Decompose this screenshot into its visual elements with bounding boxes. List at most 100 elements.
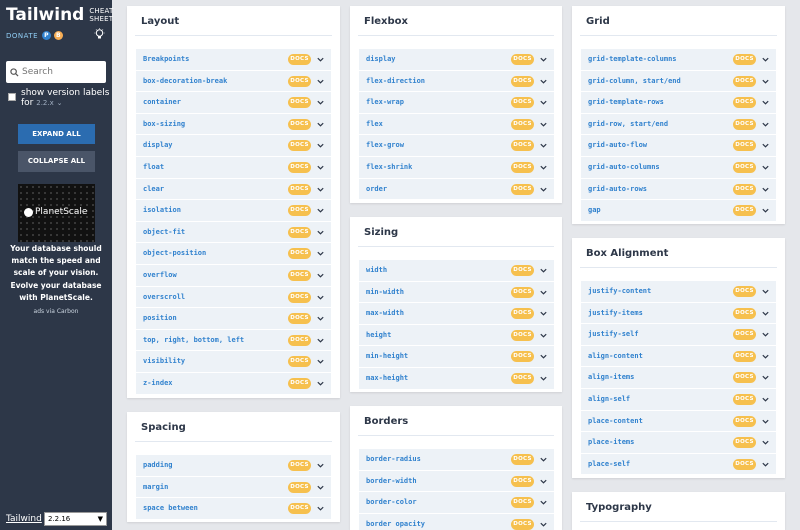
list-item[interactable]: max-width DOCS: [359, 303, 554, 325]
list-item[interactable]: min-height DOCS: [359, 346, 554, 368]
list-item[interactable]: display DOCS: [359, 49, 554, 71]
item-label[interactable]: Breakpoints: [143, 55, 189, 63]
docs-badge[interactable]: DOCS: [288, 226, 311, 238]
list-item[interactable]: object-position DOCS: [136, 243, 331, 265]
lightbulb-icon[interactable]: [94, 28, 105, 41]
version-labels-toggle[interactable]: show version labels for 2.2.x ⌄: [8, 88, 109, 108]
list-item[interactable]: display DOCS: [136, 135, 331, 157]
list-item[interactable]: Breakpoints DOCS: [136, 49, 331, 71]
ad-via[interactable]: ads via Carbon: [10, 308, 102, 315]
item-label[interactable]: gap: [588, 206, 601, 214]
chevron-down-icon[interactable]: [761, 438, 770, 447]
docs-badge[interactable]: DOCS: [733, 118, 756, 130]
chevron-down-icon[interactable]: [539, 374, 548, 383]
list-item[interactable]: place-content DOCS: [581, 410, 776, 433]
chevron-down-icon[interactable]: [316, 185, 325, 194]
chevron-down-icon[interactable]: [761, 460, 770, 469]
list-item[interactable]: overscroll DOCS: [136, 286, 331, 309]
docs-badge[interactable]: DOCS: [733, 205, 756, 217]
item-label[interactable]: overflow: [143, 271, 177, 279]
list-item[interactable]: width DOCS: [359, 260, 554, 282]
docs-badge[interactable]: DOCS: [288, 313, 311, 325]
list-item[interactable]: flex-wrap DOCS: [359, 92, 554, 114]
chevron-down-icon[interactable]: [316, 271, 325, 280]
footer-tailwind-link[interactable]: Tailwind: [6, 514, 42, 524]
docs-badge[interactable]: DOCS: [288, 248, 311, 260]
list-item[interactable]: min-width DOCS: [359, 281, 554, 304]
docs-badge[interactable]: DOCS: [733, 415, 756, 427]
docs-badge[interactable]: DOCS: [288, 205, 311, 217]
docs-badge[interactable]: DOCS: [288, 97, 311, 109]
list-item[interactable]: isolation DOCS: [136, 200, 331, 222]
list-item[interactable]: grid-auto-columns DOCS: [581, 156, 776, 179]
item-label[interactable]: z-index: [143, 379, 173, 387]
chevron-down-icon[interactable]: [539, 185, 548, 194]
list-item[interactable]: height DOCS: [359, 324, 554, 347]
chevron-down-icon[interactable]: [539, 498, 548, 507]
chevron-down-icon[interactable]: [539, 55, 548, 64]
list-item[interactable]: grid-row, start/end DOCS: [581, 113, 776, 136]
item-label[interactable]: space between: [143, 504, 198, 512]
list-item[interactable]: padding DOCS: [136, 455, 331, 477]
docs-badge[interactable]: DOCS: [288, 118, 311, 130]
list-item[interactable]: top, right, bottom, left DOCS: [136, 329, 331, 352]
docs-badge[interactable]: DOCS: [288, 377, 311, 389]
item-label[interactable]: place-content: [588, 417, 643, 425]
item-label[interactable]: grid-template-columns: [588, 55, 677, 63]
list-item[interactable]: align-items DOCS: [581, 367, 776, 389]
chevron-down-icon[interactable]: [761, 98, 770, 107]
item-label[interactable]: align-content: [588, 352, 643, 360]
item-label[interactable]: grid-auto-flow: [588, 141, 647, 149]
list-item[interactable]: clear DOCS: [136, 178, 331, 201]
chevron-down-icon[interactable]: [316, 249, 325, 258]
item-label[interactable]: top, right, bottom, left: [143, 336, 244, 344]
list-item[interactable]: border-color DOCS: [359, 492, 554, 514]
docs-badge[interactable]: DOCS: [288, 140, 311, 152]
list-item[interactable]: object-fit DOCS: [136, 221, 331, 244]
chevron-down-icon[interactable]: [539, 266, 548, 275]
docs-badge[interactable]: DOCS: [511, 183, 534, 195]
chevron-down-icon[interactable]: [539, 309, 548, 318]
docs-badge[interactable]: DOCS: [511, 140, 534, 152]
item-label[interactable]: flex: [366, 120, 383, 128]
list-item[interactable]: flex-shrink DOCS: [359, 156, 554, 179]
chevron-down-icon[interactable]: [761, 55, 770, 64]
item-label[interactable]: grid-auto-columns: [588, 163, 660, 171]
docs-badge[interactable]: DOCS: [733, 140, 756, 152]
item-label[interactable]: border-color: [366, 498, 417, 506]
chevron-down-icon[interactable]: [316, 120, 325, 129]
chevron-down-icon[interactable]: [539, 77, 548, 86]
chevron-down-icon[interactable]: [761, 287, 770, 296]
chevron-down-icon[interactable]: [539, 141, 548, 150]
chevron-down-icon[interactable]: [761, 141, 770, 150]
docs-badge[interactable]: DOCS: [511, 518, 534, 530]
docs-badge[interactable]: DOCS: [511, 75, 534, 87]
chevron-down-icon[interactable]: [539, 163, 548, 172]
chevron-down-icon[interactable]: [316, 314, 325, 323]
chevron-down-icon[interactable]: [539, 331, 548, 340]
docs-badge[interactable]: DOCS: [733, 54, 756, 65]
docs-badge[interactable]: DOCS: [288, 334, 311, 346]
item-label[interactable]: place-self: [588, 460, 630, 468]
docs-badge[interactable]: DOCS: [733, 161, 756, 173]
paypal-icon[interactable]: P: [42, 31, 52, 40]
list-item[interactable]: position DOCS: [136, 308, 331, 330]
item-label[interactable]: border-width: [366, 477, 417, 485]
item-label[interactable]: visibility: [143, 357, 185, 365]
chevron-down-icon[interactable]: [539, 477, 548, 486]
collapse-all-button[interactable]: COLLAPSE ALL: [18, 151, 95, 172]
docs-badge[interactable]: DOCS: [288, 356, 311, 368]
chevron-down-icon[interactable]: [539, 520, 548, 529]
list-item[interactable]: place-items DOCS: [581, 432, 776, 454]
item-label[interactable]: grid-auto-rows: [588, 185, 647, 193]
list-item[interactable]: justify-content DOCS: [581, 281, 776, 303]
list-item[interactable]: max-height DOCS: [359, 367, 554, 390]
list-item[interactable]: border-width DOCS: [359, 470, 554, 493]
docs-badge[interactable]: DOCS: [288, 269, 311, 281]
list-item[interactable]: flex-direction DOCS: [359, 70, 554, 93]
docs-badge[interactable]: DOCS: [511, 118, 534, 130]
brand[interactable]: Tailwind CHEAT SHEET: [6, 6, 113, 24]
chevron-down-icon[interactable]: [761, 120, 770, 129]
bitcoin-icon[interactable]: B: [54, 31, 64, 40]
item-label[interactable]: display: [143, 141, 173, 149]
